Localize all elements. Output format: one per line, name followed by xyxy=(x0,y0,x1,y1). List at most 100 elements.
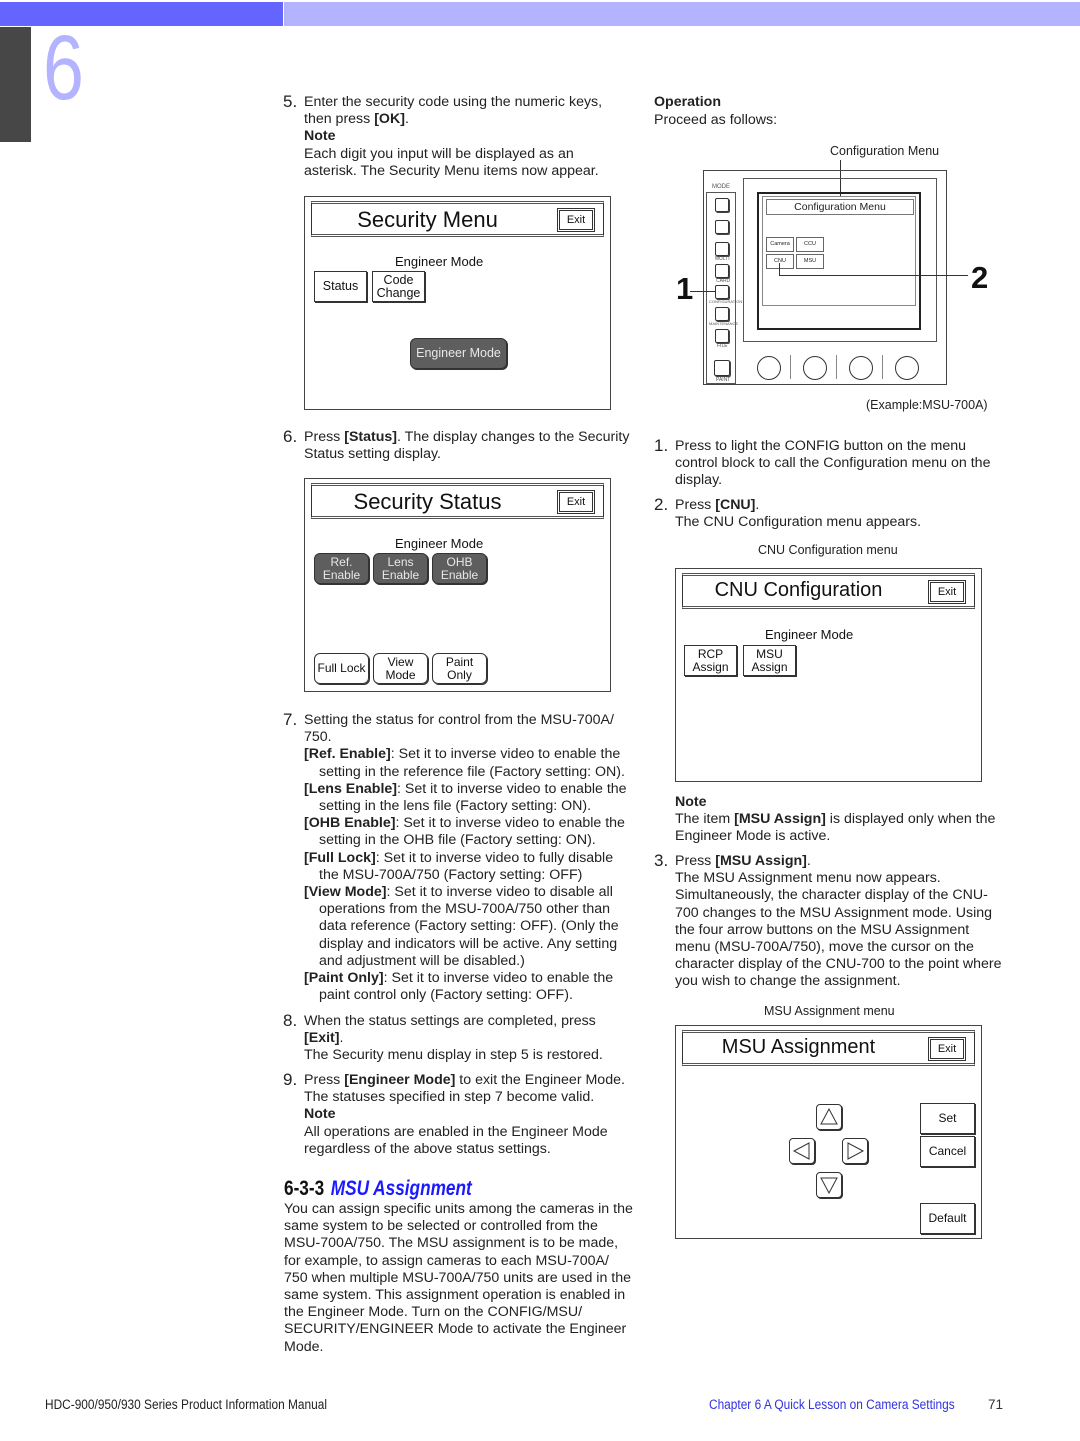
diagram-callout-config-menu: Configuration Menu xyxy=(830,144,940,158)
callout-line xyxy=(779,263,780,275)
mode-button-configuration[interactable] xyxy=(715,285,729,299)
step-5: 5. Enter the security code using the num… xyxy=(283,92,603,179)
status-button[interactable]: Status xyxy=(314,271,367,302)
set-button[interactable]: Set xyxy=(920,1103,975,1134)
engineer-mode-button[interactable]: Engineer Mode xyxy=(410,338,507,369)
operation-text: Proceed as follows: xyxy=(654,112,778,128)
header-bar-light xyxy=(284,2,1080,26)
chapter-link[interactable]: Chapter 6 A Quick Lesson on Camera Setti… xyxy=(709,1397,955,1412)
msu-assignment-caption: MSU Assignment menu xyxy=(764,1004,895,1018)
knob-divider xyxy=(790,355,791,379)
arrow-down-button[interactable] xyxy=(816,1172,842,1198)
camera-button[interactable]: Camera xyxy=(766,237,794,252)
screen-title: Security Status xyxy=(353,489,502,514)
config-menu-title: Configuration Menu xyxy=(766,199,914,215)
section-number: 6-3-3 xyxy=(284,1177,325,1200)
mode-button[interactable] xyxy=(715,198,729,212)
arrow-left-icon xyxy=(793,1142,810,1160)
ref-enable-button[interactable]: Ref. Enable xyxy=(314,553,369,584)
knob[interactable] xyxy=(895,356,919,380)
operation-label: Operation xyxy=(654,94,722,110)
manual-title: HDC-900/950/930 Series Product Informati… xyxy=(45,1397,327,1412)
note-label: Note xyxy=(304,1106,336,1123)
callout-2: 2 xyxy=(971,260,989,295)
code-change-button[interactable]: Code Change xyxy=(372,271,425,302)
screen-title: MSU Assignment xyxy=(721,1036,876,1058)
cnu-configuration-screen: CNU Configuration Exit Engineer Mode RCP… xyxy=(675,568,982,782)
mode-button-maintenance[interactable] xyxy=(715,307,729,321)
callout-1: 1 xyxy=(676,271,694,306)
screen-titlebar: MSU Assignment Exit xyxy=(682,1030,975,1066)
note-msu-assign: Note The item [MSU Assign] is displayed … xyxy=(675,794,996,845)
exit-button[interactable]: Exit xyxy=(928,580,966,604)
screen-titlebar: Security Status Exit xyxy=(311,483,604,519)
mode-button-file[interactable] xyxy=(715,329,729,343)
ccu-button[interactable]: CCU xyxy=(796,237,824,252)
status-item: [Lens Enable]: Set it to inverse video t… xyxy=(304,780,627,815)
knob-divider xyxy=(882,355,883,379)
step-2: 2. Press [CNU]. The CNU Configuration me… xyxy=(654,495,922,531)
mode-button-multi[interactable] xyxy=(715,242,729,256)
status-item: [Full Lock]: Set it to inverse video to … xyxy=(304,849,614,883)
example-caption: (Example:MSU-700A) xyxy=(866,398,988,412)
exit-button[interactable]: Exit xyxy=(557,490,595,514)
step-7: 7. Setting the status for control from t… xyxy=(283,711,636,1004)
ohb-enable-button[interactable]: OHB Enable xyxy=(432,553,487,584)
mode-button[interactable] xyxy=(715,220,729,234)
arrow-right-icon xyxy=(847,1142,864,1160)
arrow-right-button[interactable] xyxy=(842,1138,868,1164)
chapter-side-tab xyxy=(0,27,31,142)
section-body: You can assign specific units among the … xyxy=(284,1201,633,1355)
note-text: Each digit you input will be displayed a… xyxy=(304,145,599,179)
screen-title: CNU Configuration xyxy=(714,579,883,601)
step-6: 6. Press [Status]. The display changes t… xyxy=(283,427,630,463)
cancel-button[interactable]: Cancel xyxy=(920,1136,975,1167)
knob[interactable] xyxy=(803,356,827,380)
view-mode-button[interactable]: View Mode xyxy=(373,653,428,684)
msu-button[interactable]: MSU xyxy=(796,254,824,269)
note-label: Note xyxy=(304,128,336,145)
security-menu-screen: Security Menu Exit Engineer Mode Status … xyxy=(304,196,611,410)
knob-divider xyxy=(836,355,837,379)
step-9: 9. Press [Engineer Mode] to exit the Eng… xyxy=(283,1070,625,1157)
exit-button[interactable]: Exit xyxy=(557,208,595,232)
step-1: 1. Press to light the CONFIG button on t… xyxy=(654,436,991,489)
lens-enable-button[interactable]: Lens Enable xyxy=(373,553,428,584)
knob[interactable] xyxy=(849,356,873,380)
cnu-config-caption: CNU Configuration menu xyxy=(758,543,898,557)
knob[interactable] xyxy=(757,356,781,380)
paint-only-button[interactable]: Paint Only xyxy=(432,653,487,684)
cnu-button[interactable]: CNU xyxy=(766,254,794,269)
mode-button-paint[interactable] xyxy=(714,360,730,376)
status-item: [Ref. Enable]: Set it to inverse video t… xyxy=(304,746,625,780)
msu-assignment-screen: MSU Assignment Exit Set Cancel Default xyxy=(675,1025,982,1239)
page-number: 71 xyxy=(988,1397,1004,1412)
default-button[interactable]: Default xyxy=(920,1203,975,1234)
section-title: MSU Assignment xyxy=(330,1177,472,1200)
rcp-assign-button[interactable]: RCP Assign xyxy=(684,645,737,676)
engineer-mode-label: Engineer Mode xyxy=(395,536,484,551)
step-8: 8. When the status settings are complete… xyxy=(283,1011,603,1064)
status-item: [Paint Only]: Set it to inverse video to… xyxy=(304,970,614,1004)
msu-assign-button[interactable]: MSU Assign xyxy=(743,645,796,676)
arrow-down-icon xyxy=(820,1177,838,1194)
arrow-left-button[interactable] xyxy=(789,1138,815,1164)
section-heading: 6-3-3 MSU Assignment xyxy=(284,1177,472,1201)
security-status-screen: Security Status Exit Engineer Mode Ref. E… xyxy=(304,478,611,692)
screen-titlebar: Security Menu Exit xyxy=(311,201,604,237)
exit-button[interactable]: Exit xyxy=(928,1037,966,1061)
note-text: All operations are enabled in the Engine… xyxy=(304,1123,608,1157)
callout-line xyxy=(690,291,715,292)
screen-titlebar: CNU Configuration Exit xyxy=(682,573,975,609)
step-3: 3. Press [MSU Assign]. The MSU Assignmen… xyxy=(654,851,1002,990)
mode-label: MODE xyxy=(712,184,730,190)
step-number: 5. xyxy=(283,92,298,111)
mode-button-card[interactable] xyxy=(715,264,729,278)
chapter-number: 6 xyxy=(43,17,84,119)
engineer-mode-label: Engineer Mode xyxy=(765,627,854,642)
status-item: [OHB Enable]: Set it to inverse video to… xyxy=(304,815,625,849)
callout-line xyxy=(779,275,968,276)
arrow-up-button[interactable] xyxy=(816,1104,842,1130)
full-lock-button[interactable]: Full Lock xyxy=(314,653,369,684)
engineer-mode-label: Engineer Mode xyxy=(395,254,484,269)
